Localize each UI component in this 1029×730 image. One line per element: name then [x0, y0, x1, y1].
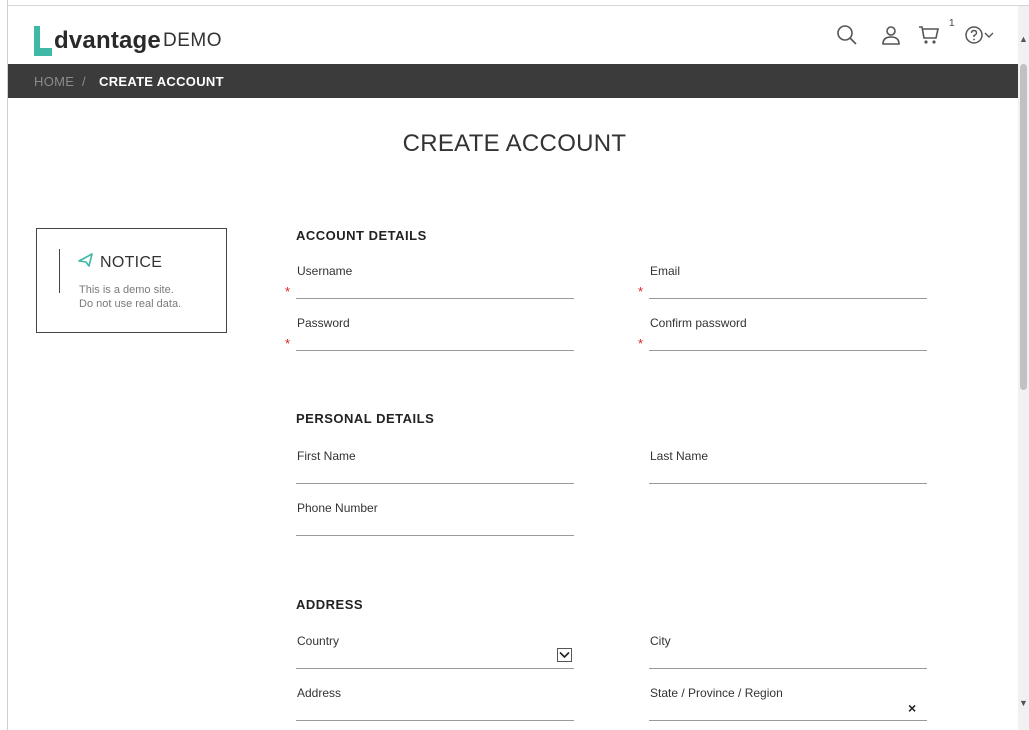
notice-line-1: This is a demo site. [79, 284, 174, 296]
scroll-down-arrow-icon[interactable]: ▼ [1019, 698, 1028, 708]
city-underline [649, 668, 927, 669]
username-underline [296, 298, 574, 299]
state-label: State / Province / Region [650, 686, 783, 700]
first-name-underline [296, 483, 574, 484]
state-field[interactable] [650, 700, 900, 720]
section-title-account-details: ACCOUNT DETAILS [296, 228, 427, 243]
confirm-password-field[interactable] [650, 330, 926, 350]
user-icon[interactable] [878, 22, 904, 48]
phone-number-underline [296, 535, 574, 536]
brand-logo[interactable]: dvantage DEMO [32, 16, 222, 56]
required-marker: * [638, 336, 644, 351]
email-label: Email [650, 264, 681, 278]
required-marker: * [638, 284, 644, 299]
last-name-underline [649, 483, 927, 484]
last-name-field[interactable] [650, 463, 926, 483]
breadcrumb: HOME / CREATE ACCOUNT [8, 64, 1018, 98]
notice-divider [59, 249, 60, 293]
password-field[interactable] [297, 330, 573, 350]
section-title-personal-details: PERSONAL DETAILS [296, 411, 435, 426]
city-label: City [650, 634, 671, 648]
state-underline [649, 720, 927, 721]
country-select-dropdown[interactable] [557, 648, 572, 662]
username-field[interactable] [297, 278, 573, 298]
window-left-border [0, 0, 8, 730]
notice-title: NOTICE [100, 254, 163, 271]
notice-text: This is a demo site. Do not use real dat… [79, 283, 181, 311]
confirm-password-underline [649, 350, 927, 351]
breadcrumb-home-link[interactable]: HOME [34, 74, 74, 89]
first-name-label: First Name [297, 449, 356, 463]
phone-number-field[interactable] [297, 515, 573, 535]
email-underline [649, 298, 927, 299]
megaphone-icon [78, 253, 93, 267]
brand-name: dvantage [54, 27, 161, 54]
country-label: Country [297, 634, 340, 648]
email-field[interactable] [650, 278, 926, 298]
city-field[interactable] [650, 648, 926, 668]
brand-suffix: DEMO [162, 30, 222, 51]
notice-line-2: Do not use real data. [79, 298, 182, 310]
country-underline [296, 668, 574, 669]
site-header: dvantage DEMO 1 [8, 6, 1018, 64]
last-name-label: Last Name [650, 449, 709, 463]
address-label: Address [297, 686, 342, 700]
password-label: Password [297, 316, 350, 330]
address-field[interactable] [297, 700, 573, 720]
section-title-address: ADDRESS [296, 597, 364, 612]
page-title: CREATE ACCOUNT [402, 130, 627, 157]
required-marker: * [285, 336, 291, 351]
cart-count-badge: 1 [949, 18, 955, 29]
clear-state-icon[interactable]: × [908, 700, 916, 716]
chevron-down-icon [984, 32, 994, 38]
logo-mark-icon [34, 26, 52, 56]
page-scrollbar[interactable]: ▲ ▼ [1018, 6, 1029, 730]
search-icon[interactable] [834, 22, 860, 48]
scrollbar-thumb[interactable] [1020, 64, 1027, 390]
username-label: Username [297, 264, 353, 278]
address-underline [296, 720, 574, 721]
required-marker: * [285, 284, 291, 299]
first-name-field[interactable] [297, 463, 573, 483]
phone-number-label: Phone Number [297, 501, 378, 515]
confirm-password-label: Confirm password [650, 316, 747, 330]
breadcrumb-separator: / [82, 74, 86, 89]
chevron-down-icon [559, 651, 570, 659]
cart-icon[interactable] [916, 22, 942, 48]
password-underline [296, 350, 574, 351]
help-menu[interactable] [961, 22, 997, 48]
notice-box: NOTICE This is a demo site. Do not use r… [36, 228, 227, 333]
help-icon [965, 26, 983, 44]
scroll-up-arrow-icon[interactable]: ▲ [1019, 34, 1028, 44]
breadcrumb-current: CREATE ACCOUNT [99, 74, 224, 89]
